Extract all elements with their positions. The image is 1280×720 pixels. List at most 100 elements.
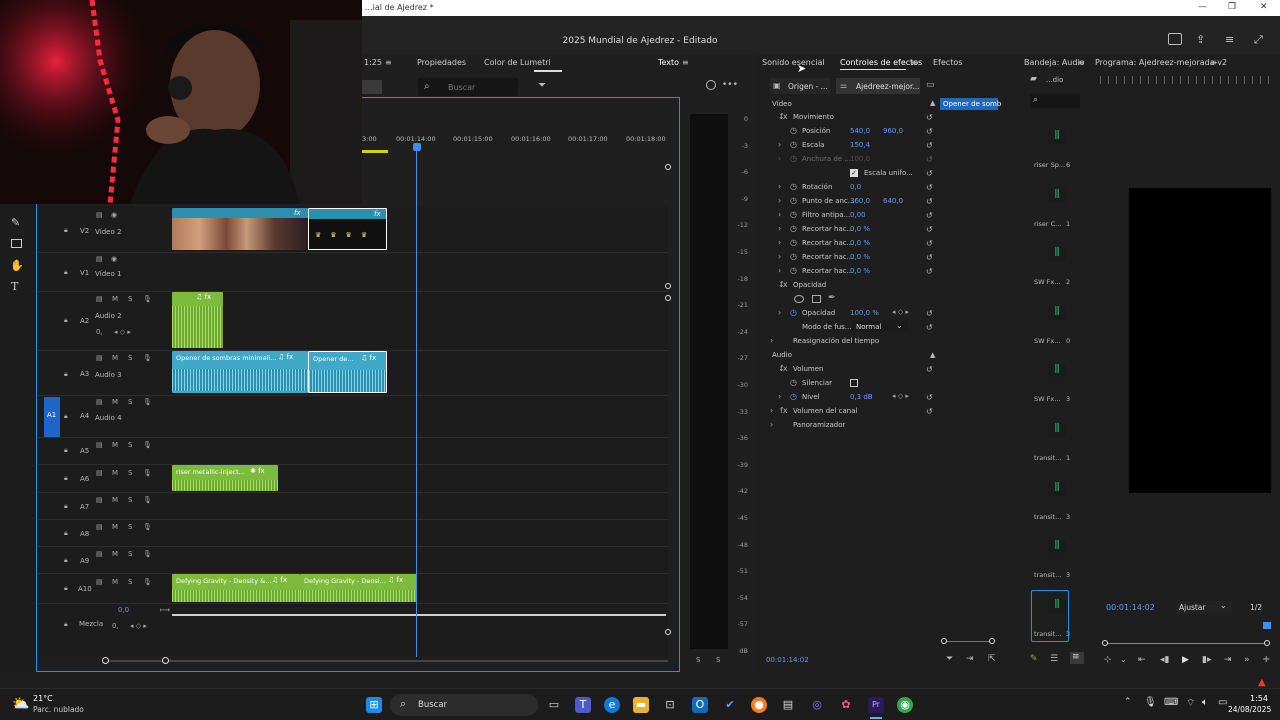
mic-icon[interactable]: 🎙︎ [143,354,152,362]
chrome-icon[interactable]: ◉ [897,697,913,713]
playhead-handle[interactable] [413,143,421,151]
sync-icon[interactable]: ▤ [96,578,103,586]
stopwatch-icon[interactable]: ◷ [790,182,797,191]
taskbar-search[interactable]: ⌕ Buscar [390,694,538,716]
solo-button[interactable]: S [128,354,132,362]
weather-temp[interactable]: 21°C [33,694,53,703]
mute-button[interactable]: M [112,496,118,504]
teams-icon[interactable]: T [575,697,591,713]
sync-icon[interactable]: ▤ [96,469,103,477]
todo-icon[interactable]: ✔ [722,697,738,713]
reset-icon[interactable]: ↺ [926,169,933,178]
lock-icon[interactable]: 🔒︎ [64,226,68,235]
obs-icon[interactable]: ◎ [809,697,825,713]
fx-icon[interactable]: fx [780,364,788,373]
store-icon[interactable]: ⊡ [662,697,678,713]
battery-icon[interactable]: ▭ [1218,697,1227,708]
file-explorer-icon[interactable]: ▬ [633,697,649,713]
mute-button[interactable]: M [112,295,118,303]
firefox-icon[interactable]: ● [751,697,767,713]
keyboard-icon[interactable]: ⌨ [1164,697,1178,708]
tab-color-lumetri[interactable]: Color de Lumetri [484,58,551,67]
collapse-icon[interactable]: ▲ [930,351,935,359]
param-recortar[interactable]: › ◷ Recortar hac... 0,0 % ↺ [770,236,1010,250]
bin-audio-item[interactable]: ⫼ riser Sp... 6 [1034,130,1070,180]
lock-icon[interactable]: 🔒︎ [64,474,68,483]
param-value[interactable]: 640,0 [883,197,903,205]
param-recortar[interactable]: › ◷ Recortar hac... 0,0 % ↺ [770,264,1010,278]
param-nivel[interactable]: › ◷ Nivel 0,3 dB ◂ ◇ ▸ ↺ [770,390,1010,404]
param-value[interactable]: 0,0 % [850,239,870,247]
sequence-selector[interactable]: ⚌ Ajedreez-mejor... [836,78,920,94]
keyframe-nav-icon[interactable]: ◂ ◇ ▸ [892,308,909,316]
param-value[interactable]: 0,0 [850,183,861,191]
sync-icon[interactable]: ▤ [96,211,103,219]
bin-audio-item[interactable]: ⫼ transit... 3 [1034,540,1070,590]
lock-icon[interactable]: 🔒︎ [64,529,68,538]
start-icon[interactable]: ⊞ [366,697,382,713]
effect-movimiento[interactable]: ⌄ fx Movimiento ↺ [770,110,1010,124]
workspace-menu-icon[interactable]: ≡ [1225,33,1239,46]
mix-keyframe-icon[interactable]: ◂ ◇ ▸ [130,622,147,630]
step-back-icon[interactable]: ◂▮ [1160,655,1169,665]
stopwatch-icon[interactable]: ◷ [790,266,797,275]
chevron-right-icon[interactable]: › [770,406,773,415]
param-filtro[interactable]: › ◷ Filtro antipa... 0,00 ↺ [770,208,1010,222]
mic-icon[interactable]: 🎙︎ [143,550,152,558]
tab-propiedades[interactable]: Propiedades [417,58,466,67]
scrub-start-handle[interactable] [1102,640,1108,646]
mute-button[interactable]: M [112,578,118,586]
bin-audio-item[interactable]: ⫼ SW Fx... 3 [1034,364,1070,414]
mic-icon[interactable]: 🎙︎ [143,295,152,303]
reset-icon[interactable]: ↺ [926,365,933,374]
video-clip-v2-1[interactable]: fx [172,208,308,250]
stopwatch-icon[interactable]: ◷ [790,224,797,233]
param-escala[interactable]: › ◷ Escala 150,4 ↺ [770,138,1010,152]
lock-icon[interactable]: 🔒︎ [64,370,68,379]
pencil-icon[interactable]: ✎ [1030,654,1038,664]
clock-time[interactable]: 1:54 [1250,694,1268,703]
mute-button[interactable]: M [112,469,118,477]
vscroll-handle[interactable] [665,164,671,170]
play-only-audio-icon[interactable]: ⇥ [966,654,974,664]
reset-icon[interactable]: ↺ [926,225,933,234]
sync-icon[interactable]: ▤ [96,295,103,303]
mix-end-icon[interactable]: ⟼ [160,606,170,614]
stopwatch-icon[interactable]: ◷ [790,378,797,387]
audio-clip-a3-1[interactable]: Opener de sombras minimali... ♫ fx [172,351,308,393]
chevron-right-icon[interactable]: › [778,238,781,247]
zoom-handle-right[interactable] [989,638,995,644]
param-opacidad[interactable]: › ◷ Opacidad 100,0 % ◂ ◇ ▸ ↺ [770,306,1010,320]
reset-icon[interactable]: ↺ [926,239,933,248]
panel-menu-icon[interactable]: ≡ [1078,58,1085,67]
outlook-icon[interactable]: O [692,697,708,713]
notification-icon[interactable]: ▲ [1258,677,1266,688]
param-recortar[interactable]: › ◷ Recortar hac... 0,0 % ↺ [770,250,1010,264]
lock-icon[interactable]: 🔒︎ [64,620,68,629]
keyframe-prev-icon[interactable]: ◂ ◇ ▸ [114,328,131,336]
tab-controles-efectos[interactable]: Controles de efectos [840,58,922,67]
sync-icon[interactable]: ▤ [96,398,103,406]
program-playhead[interactable] [1263,622,1271,629]
checkbox-unchecked[interactable] [850,379,858,387]
bin-audio-item[interactable]: ⫼ transit... 1 [1034,423,1070,473]
chevron-right-icon[interactable]: › [778,224,781,233]
icon-view-toggle[interactable]: ≡ [1070,652,1084,664]
clock-date[interactable]: 24/08/2025 [1228,705,1271,714]
time-ruler[interactable]: 3:00 00:01:14:00 00:01:15:00 00:01:16:00… [362,131,672,153]
source-patch-a1[interactable]: A1 [44,397,60,437]
bin-audio-item[interactable]: ⫼ SW Fx... 0 [1034,305,1070,356]
source-selector[interactable]: ▣ Origen - ... [770,78,830,94]
play-icon[interactable]: ▶ [1182,655,1189,665]
mic-icon[interactable]: 🎙︎ [143,441,152,449]
reset-icon[interactable]: ↺ [926,393,933,402]
pen-tool-icon[interactable]: ✎ [11,216,20,229]
audio-clip-a2[interactable]: ♫ fx [172,292,223,348]
solo-button[interactable]: S [128,295,132,303]
reset-icon[interactable]: ↺ [926,113,933,122]
sync-icon[interactable]: ▤ [96,255,103,263]
app-icon[interactable]: ▤ [780,697,796,713]
lock-icon[interactable]: 🔒︎ [64,412,68,421]
maximize-icon[interactable]: ❐ [1228,2,1236,12]
stopwatch-icon[interactable]: ◷ [790,238,797,247]
